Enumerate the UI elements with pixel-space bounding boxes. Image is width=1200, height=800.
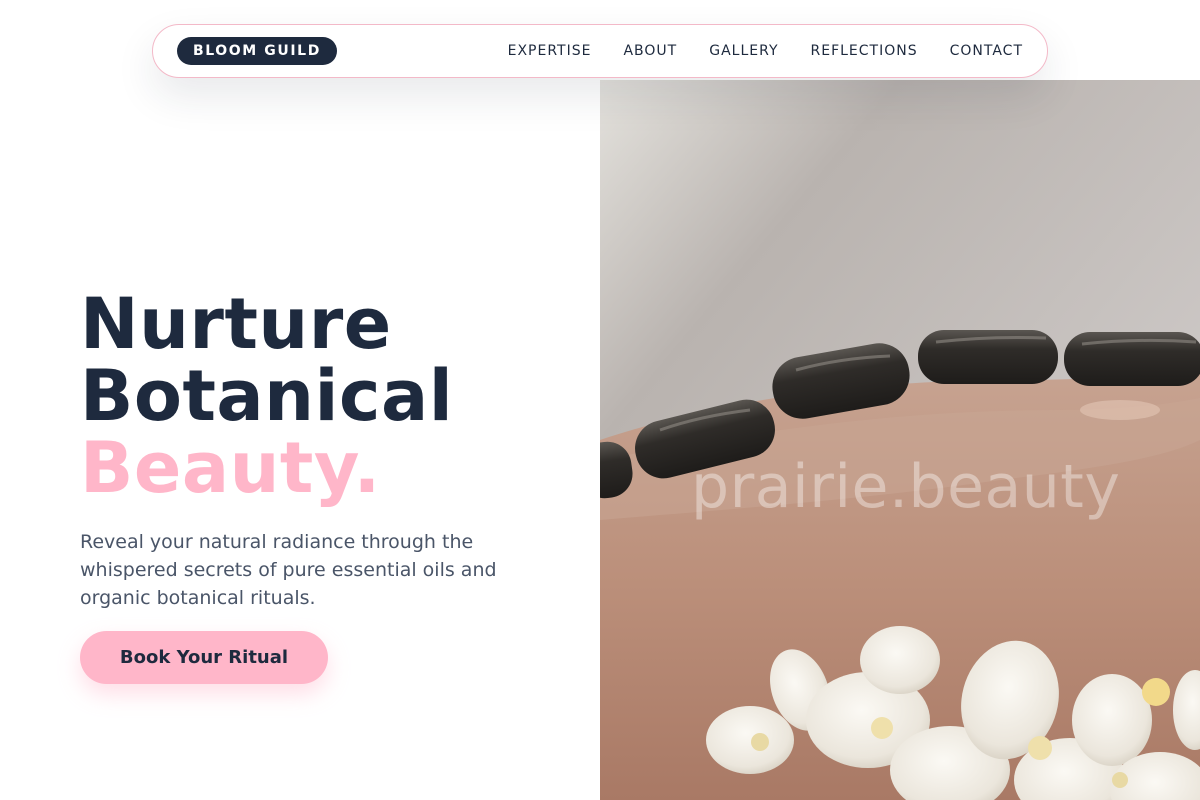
hero-description: Reveal your natural radiance through the… xyxy=(80,531,497,609)
hero-image: prairie.beauty xyxy=(600,80,1200,800)
top-navigation: BLOOM GUILD EXPERTISE ABOUT GALLERY REFL… xyxy=(152,24,1048,78)
brand-logo[interactable]: BLOOM GUILD xyxy=(177,37,337,65)
hero-title: Nurture Botanical Beauty. xyxy=(80,288,580,504)
hero-title-line-1: Nurture xyxy=(80,283,392,365)
nav-link-expertise[interactable]: EXPERTISE xyxy=(508,43,592,59)
nav-link-about[interactable]: ABOUT xyxy=(623,43,677,59)
nav-link-gallery[interactable]: GALLERY xyxy=(709,43,778,59)
book-ritual-button[interactable]: Book Your Ritual xyxy=(80,631,328,684)
hero-image-illustration xyxy=(600,80,1200,800)
nav-links: EXPERTISE ABOUT GALLERY REFLECTIONS CONT… xyxy=(508,43,1023,59)
hero-title-line-2: Botanical xyxy=(80,355,454,437)
hero-title-accent: Beauty. xyxy=(80,427,381,509)
nav-link-reflections[interactable]: REFLECTIONS xyxy=(811,43,918,59)
nav-link-contact[interactable]: CONTACT xyxy=(950,43,1023,59)
